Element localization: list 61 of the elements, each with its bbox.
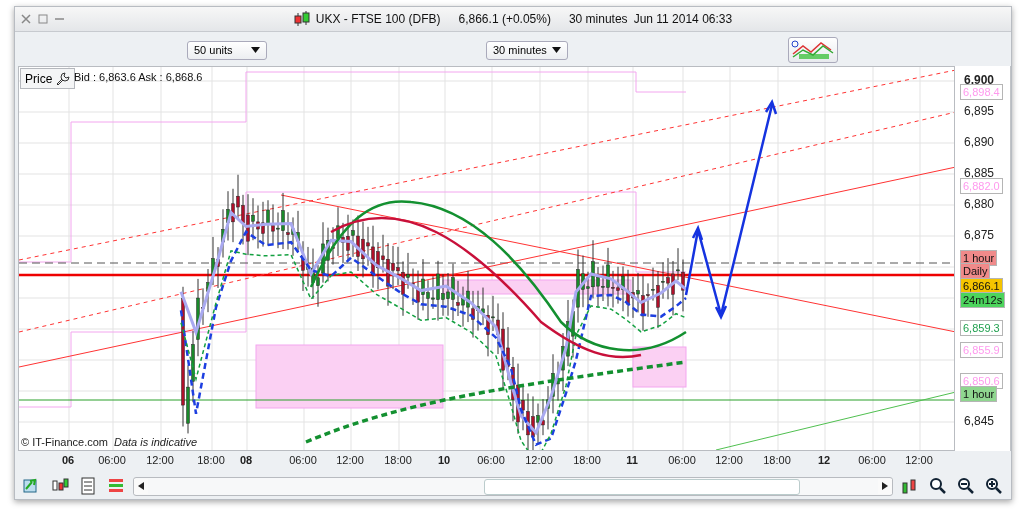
time-axis-label: 06:00 [98,454,126,467]
units-dropdown[interactable]: 50 units [187,40,267,60]
price-tag: 24m12s [960,292,1006,309]
zoom-out-icon [957,477,975,496]
time-axis-label: 12 [817,454,831,467]
scrollbar[interactable] [133,476,893,496]
time-axis-label: 18:00 [573,454,601,467]
price-tag: 6,898.4 [960,84,1003,101]
scroll-thumb[interactable] [483,478,800,495]
price-tag: 1 hour [960,386,998,403]
price-tag: 6,882.0 [960,178,1003,195]
disclaimer-text: Data is indicative [113,436,198,449]
time-axis-label: 06:00 [858,454,886,467]
time-axis-label: 06 [61,454,75,467]
price-axis-label: 6,895 [964,104,995,119]
time-axis-label: 12:00 [146,454,174,467]
magnifier-icon [929,477,947,496]
price-axis-label: 6,875 [964,228,995,243]
time-axis-label: 18:00 [384,454,412,467]
time-axis-label: 08 [239,454,253,467]
wrench-icon [56,71,71,86]
copyright-text: © IT-Finance.com [21,436,108,449]
price-axis-label: 6,885 [964,166,995,181]
caret-icon [251,47,260,54]
price-button[interactable]: Price [20,68,76,90]
time-axis-label: 10 [437,454,451,467]
caret-icon [552,47,561,54]
interval-text: 30 minutes [568,11,628,26]
line-chart-icon [791,39,835,60]
zoom-in-icon [985,477,1003,496]
time-axis-label: 06:00 [289,454,317,467]
time-axis-label: 12:00 [905,454,933,467]
left-arrow-icon [138,482,144,491]
time-axis-label: 06:00 [477,454,505,467]
quote-text: 6,866.1 (+0.05%) [458,11,551,26]
time-axis-label: 11 [626,454,638,467]
interval-dropdown[interactable]: 30 minutes [486,40,568,60]
time-axis-label: 18:00 [197,454,225,467]
document-icon [79,477,97,496]
chart-icon [901,477,919,496]
zone-rectangle [632,346,687,388]
window-title: UKX - FTSE 100 (DFB) [315,11,441,26]
indicators-button[interactable] [788,36,838,63]
timestamp-text: Jun 11 2014 06:33 [633,11,733,26]
price-tag: Daily [960,263,991,280]
price-axis-label: 6,845 [964,414,995,429]
time-axis-label: 12:00 [715,454,743,467]
right-arrow-icon [882,482,888,491]
time-axis-label: 18:00 [763,454,791,467]
time-axis-label: 12:00 [336,454,364,467]
maximize-icon [38,13,48,24]
bid-ask-text: Bid : 6,863.6 Ask : 6,868.6 [74,71,203,84]
minimize-icon [55,17,64,20]
time-axis-label: 12:00 [525,454,553,467]
time-axis-label: 06:00 [668,454,696,467]
price-tag: 6,855.9 [960,342,1003,359]
candlestick-icon [293,9,310,28]
price-axis-label: 6,890 [964,135,995,150]
price-tag: 6,859.3 [960,320,1003,337]
close-icon [21,13,31,24]
price-axis-label: 6,880 [964,197,995,212]
